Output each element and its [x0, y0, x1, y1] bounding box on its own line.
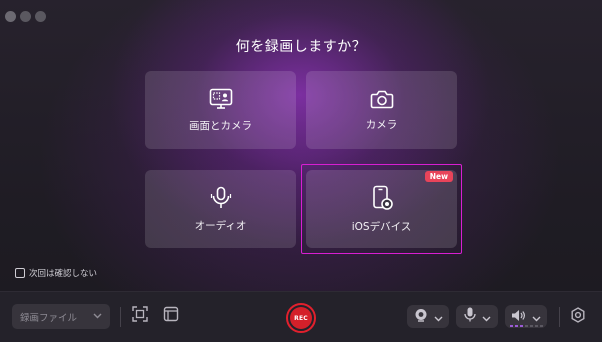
webcam-selector[interactable] — [407, 305, 449, 328]
dont-ask-again-option[interactable]: 次回は確認しない — [15, 267, 97, 279]
window-icon — [163, 306, 179, 326]
gear-icon — [570, 307, 586, 327]
dont-ask-again-label: 次回は確認しない — [29, 269, 98, 279]
record-button[interactable]: REC — [286, 303, 316, 333]
toolbar-divider — [559, 307, 560, 327]
window-capture-button[interactable] — [162, 306, 180, 326]
record-button-label: REC — [290, 307, 312, 329]
chevron-down-icon — [434, 307, 443, 326]
screen-and-camera-label: 画面とカメラ — [189, 119, 252, 132]
recorder-window: 何を録画しますか？ 画面とカメラ カメラ オーディオ New iOSデバイス 次… — [0, 0, 602, 342]
settings-button[interactable] — [569, 307, 587, 327]
capture-area-icon — [132, 306, 148, 326]
microphone-icon — [463, 307, 476, 326]
minimize-window-button[interactable] — [20, 11, 31, 22]
audio-label: オーディオ — [194, 219, 247, 232]
camera-card[interactable]: カメラ — [306, 71, 457, 149]
audio-card[interactable]: オーディオ — [145, 170, 296, 248]
chevron-down-icon — [482, 307, 491, 326]
dont-ask-again-checkbox[interactable] — [15, 268, 25, 278]
zoom-window-button[interactable] — [35, 11, 46, 22]
toolbar-divider — [120, 307, 121, 327]
new-badge: New — [424, 171, 453, 182]
chevron-down-icon — [93, 311, 102, 322]
ios-device-label: iOSデバイス — [351, 220, 412, 233]
microphone-selector[interactable] — [456, 305, 498, 328]
microphone-icon — [210, 186, 232, 210]
ios-device-icon — [371, 185, 393, 211]
screenshot-area-button[interactable] — [131, 306, 149, 326]
camera-icon — [370, 89, 394, 109]
webcam-icon — [414, 307, 428, 326]
speaker-icon — [511, 307, 526, 326]
chevron-down-icon — [532, 307, 541, 326]
screen-camera-icon — [209, 88, 233, 110]
recording-file-dropdown[interactable]: 録画ファイル — [12, 304, 110, 329]
screen-and-camera-card[interactable]: 画面とカメラ — [145, 71, 296, 149]
camera-label: カメラ — [365, 118, 398, 131]
page-title: 何を録画しますか？ — [235, 39, 367, 55]
ios-device-card[interactable]: New iOSデバイス — [306, 170, 457, 248]
recording-file-dropdown-label: 録画ファイル — [20, 312, 78, 324]
bottom-toolbar: 録画ファイル REC — [0, 291, 602, 342]
window-controls — [5, 11, 46, 22]
audio-level-meter — [510, 325, 543, 327]
close-window-button[interactable] — [5, 11, 16, 22]
